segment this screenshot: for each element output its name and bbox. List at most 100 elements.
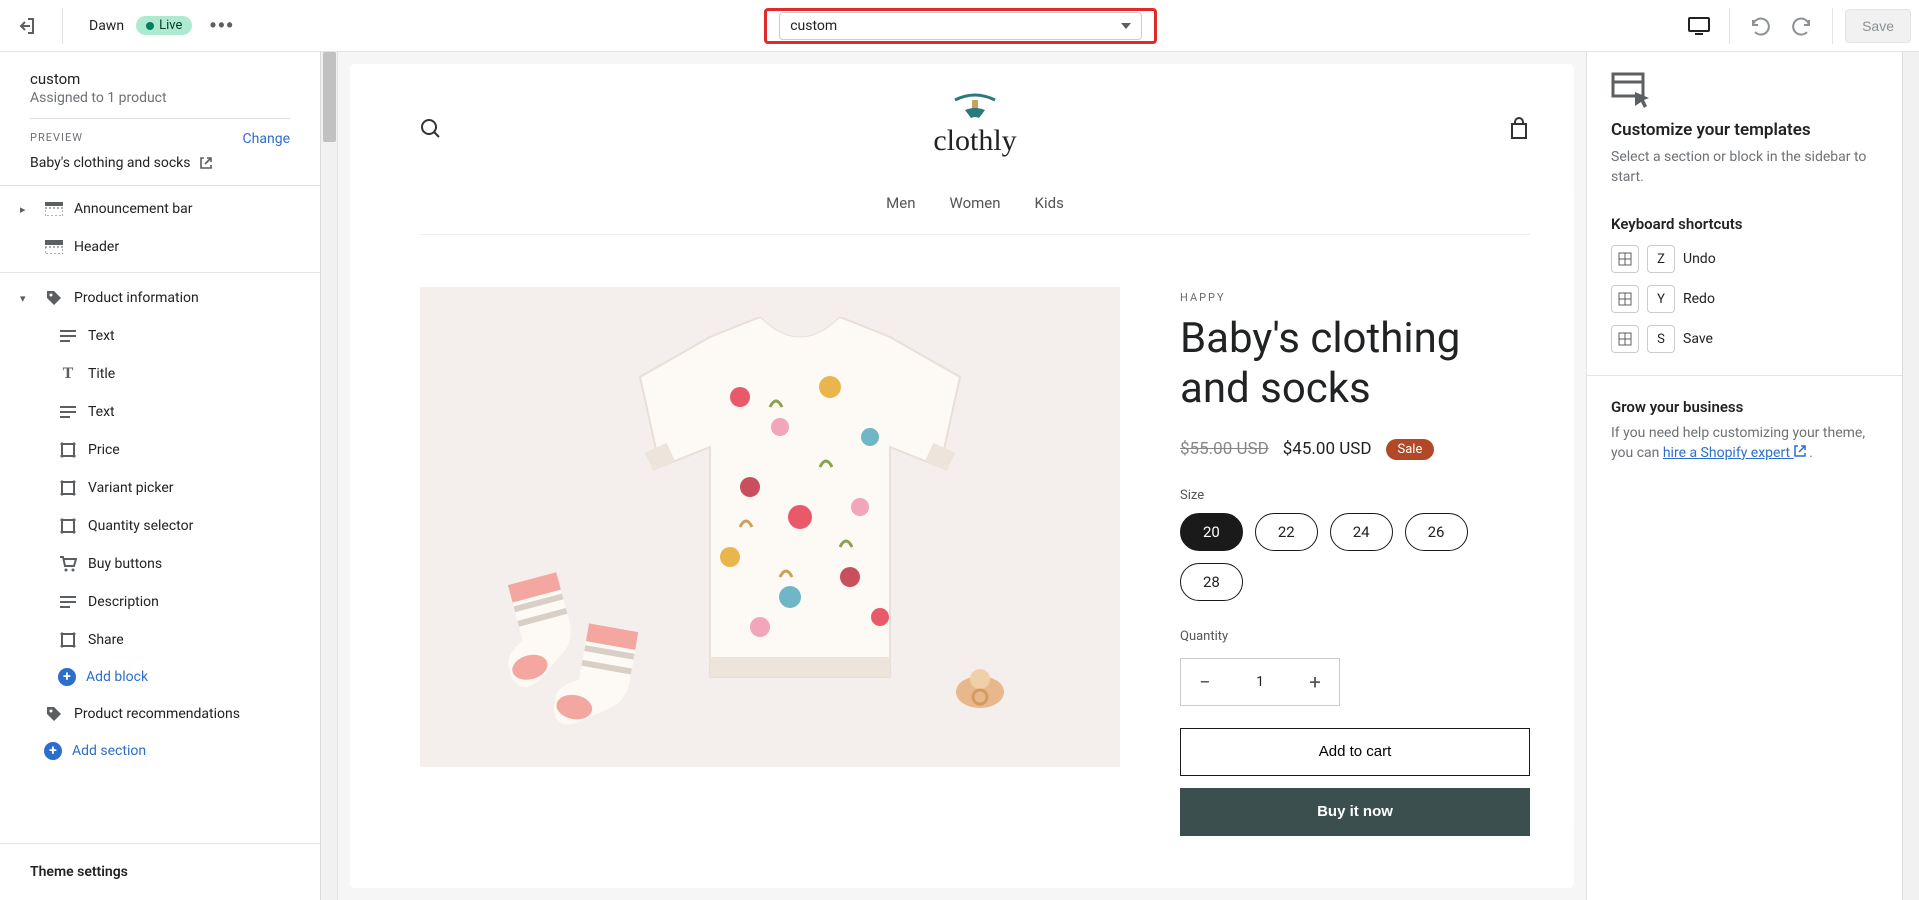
size-option-24[interactable]: 24 <box>1330 513 1393 551</box>
shortcuts-heading: Keyboard shortcuts <box>1611 215 1878 233</box>
storefront-preview: clothly Men Women Kids <box>350 64 1574 888</box>
block-label: Description <box>88 594 159 610</box>
chevron-down-icon <box>1121 23 1131 29</box>
divider <box>1832 8 1833 44</box>
text-lines-icon <box>58 592 78 612</box>
pacifier-illustration <box>950 657 1010 717</box>
section-header[interactable]: Header <box>0 228 320 266</box>
svg-text:clothly: clothly <box>933 124 1016 157</box>
size-option-22[interactable]: 22 <box>1255 513 1318 551</box>
shortcut-label: Redo <box>1683 291 1715 307</box>
frame-icon <box>58 516 78 536</box>
undo-icon <box>1749 15 1771 37</box>
redo-button[interactable] <box>1784 8 1820 44</box>
block-variant-picker[interactable]: Variant picker <box>0 469 320 507</box>
size-option-20[interactable]: 20 <box>1180 513 1243 551</box>
top-bar: Dawn Live ••• custom Save <box>0 0 1919 52</box>
key-s: S <box>1647 325 1675 353</box>
nav-kids[interactable]: Kids <box>1035 194 1064 212</box>
block-description[interactable]: Description <box>0 583 320 621</box>
template-title: custom <box>30 70 290 88</box>
customize-heading: Customize your templates <box>1611 120 1878 140</box>
live-badge: Live <box>136 16 192 35</box>
block-price[interactable]: Price <box>0 431 320 469</box>
preview-product-row[interactable]: Baby's clothing and socks <box>0 155 320 185</box>
buy-now-button[interactable]: Buy it now <box>1180 788 1530 836</box>
viewport-desktop-button[interactable] <box>1681 8 1717 44</box>
block-quantity-selector[interactable]: Quantity selector <box>0 507 320 545</box>
section-label: Product information <box>74 290 199 306</box>
quantity-decrease-button[interactable]: − <box>1181 659 1229 705</box>
block-buy-buttons[interactable]: Buy buttons <box>0 545 320 583</box>
text-lines-icon <box>58 326 78 346</box>
template-info: custom Assigned to 1 product <box>0 52 320 118</box>
price-row: $55.00 USD $45.00 USD Sale <box>1180 439 1530 460</box>
store-logo[interactable]: clothly <box>442 92 1508 166</box>
sock-illustration <box>550 610 659 744</box>
topbar-right: Save <box>1681 8 1911 44</box>
key-y: Y <box>1647 285 1675 313</box>
block-share[interactable]: Share <box>0 621 320 659</box>
compare-price: $55.00 USD <box>1180 439 1269 459</box>
redo-icon <box>1791 15 1813 37</box>
section-product-information[interactable]: ▾ Product information <box>0 279 320 317</box>
change-preview-link[interactable]: Change <box>243 131 290 147</box>
block-label: Variant picker <box>88 480 173 496</box>
preview-header-row: PREVIEW Change <box>0 119 320 155</box>
left-sidebar-content: custom Assigned to 1 product PREVIEW Cha… <box>0 52 320 900</box>
save-button[interactable]: Save <box>1845 9 1911 43</box>
add-section-label: Add section <box>72 743 146 759</box>
block-label: Title <box>88 366 115 382</box>
section-announcement-bar[interactable]: ▸ Announcement bar <box>0 190 320 228</box>
hire-expert-link[interactable]: hire a Shopify expert <box>1663 445 1806 461</box>
section-icon <box>44 237 64 257</box>
size-option-26[interactable]: 26 <box>1405 513 1468 551</box>
undo-button[interactable] <box>1742 8 1778 44</box>
section-icon <box>44 199 64 219</box>
size-label: Size <box>1180 488 1530 503</box>
tag-icon <box>44 288 64 308</box>
cart-icon <box>58 554 78 574</box>
block-text-1[interactable]: Text <box>0 317 320 355</box>
shortcut-redo: Y Redo <box>1611 285 1878 313</box>
dots-icon: ••• <box>210 15 235 36</box>
divider <box>62 8 63 44</box>
quantity-value: 1 <box>1229 659 1291 705</box>
preview-frame: clothly Men Women Kids <box>350 64 1574 888</box>
block-title[interactable]: T Title <box>0 355 320 393</box>
block-text-2[interactable]: Text <box>0 393 320 431</box>
block-label: Text <box>88 404 115 420</box>
cart-button[interactable] <box>1508 117 1530 141</box>
block-label: Share <box>88 632 124 648</box>
add-to-cart-button[interactable]: Add to cart <box>1180 728 1530 776</box>
main-area: custom Assigned to 1 product PREVIEW Cha… <box>0 52 1919 900</box>
add-block-button[interactable]: +Add block <box>0 659 320 695</box>
search-button[interactable] <box>420 118 442 140</box>
nav-women[interactable]: Women <box>950 194 1001 212</box>
quantity-increase-button[interactable]: + <box>1291 659 1339 705</box>
title-icon: T <box>58 364 78 384</box>
section-product-recommendations[interactable]: Product recommendations <box>0 695 320 733</box>
left-scrollbar[interactable] <box>320 52 337 900</box>
key-z: Z <box>1647 245 1675 273</box>
exit-button[interactable] <box>8 8 44 44</box>
frame-icon <box>58 630 78 650</box>
preview-product-name: Baby's clothing and socks <box>30 155 191 171</box>
add-section-button[interactable]: + Add section <box>0 733 320 769</box>
template-selected-value: custom <box>790 18 837 34</box>
grow-text-2: . <box>1806 445 1813 461</box>
theme-name: Dawn <box>89 18 124 34</box>
template-selector-highlight: custom <box>764 8 1157 44</box>
modifier-key-icon <box>1611 325 1639 353</box>
desktop-icon <box>1688 16 1710 36</box>
product-image[interactable] <box>420 287 1120 767</box>
nav-men[interactable]: Men <box>886 194 915 212</box>
scrollbar-thumb[interactable] <box>323 52 336 142</box>
divider <box>1729 8 1730 44</box>
more-menu-button[interactable]: ••• <box>204 8 240 44</box>
modifier-key-icon <box>1611 285 1639 313</box>
theme-settings-button[interactable]: Theme settings <box>0 843 320 900</box>
right-scrollbar[interactable] <box>1902 52 1919 900</box>
size-option-28[interactable]: 28 <box>1180 563 1243 601</box>
template-selector[interactable]: custom <box>779 12 1142 40</box>
